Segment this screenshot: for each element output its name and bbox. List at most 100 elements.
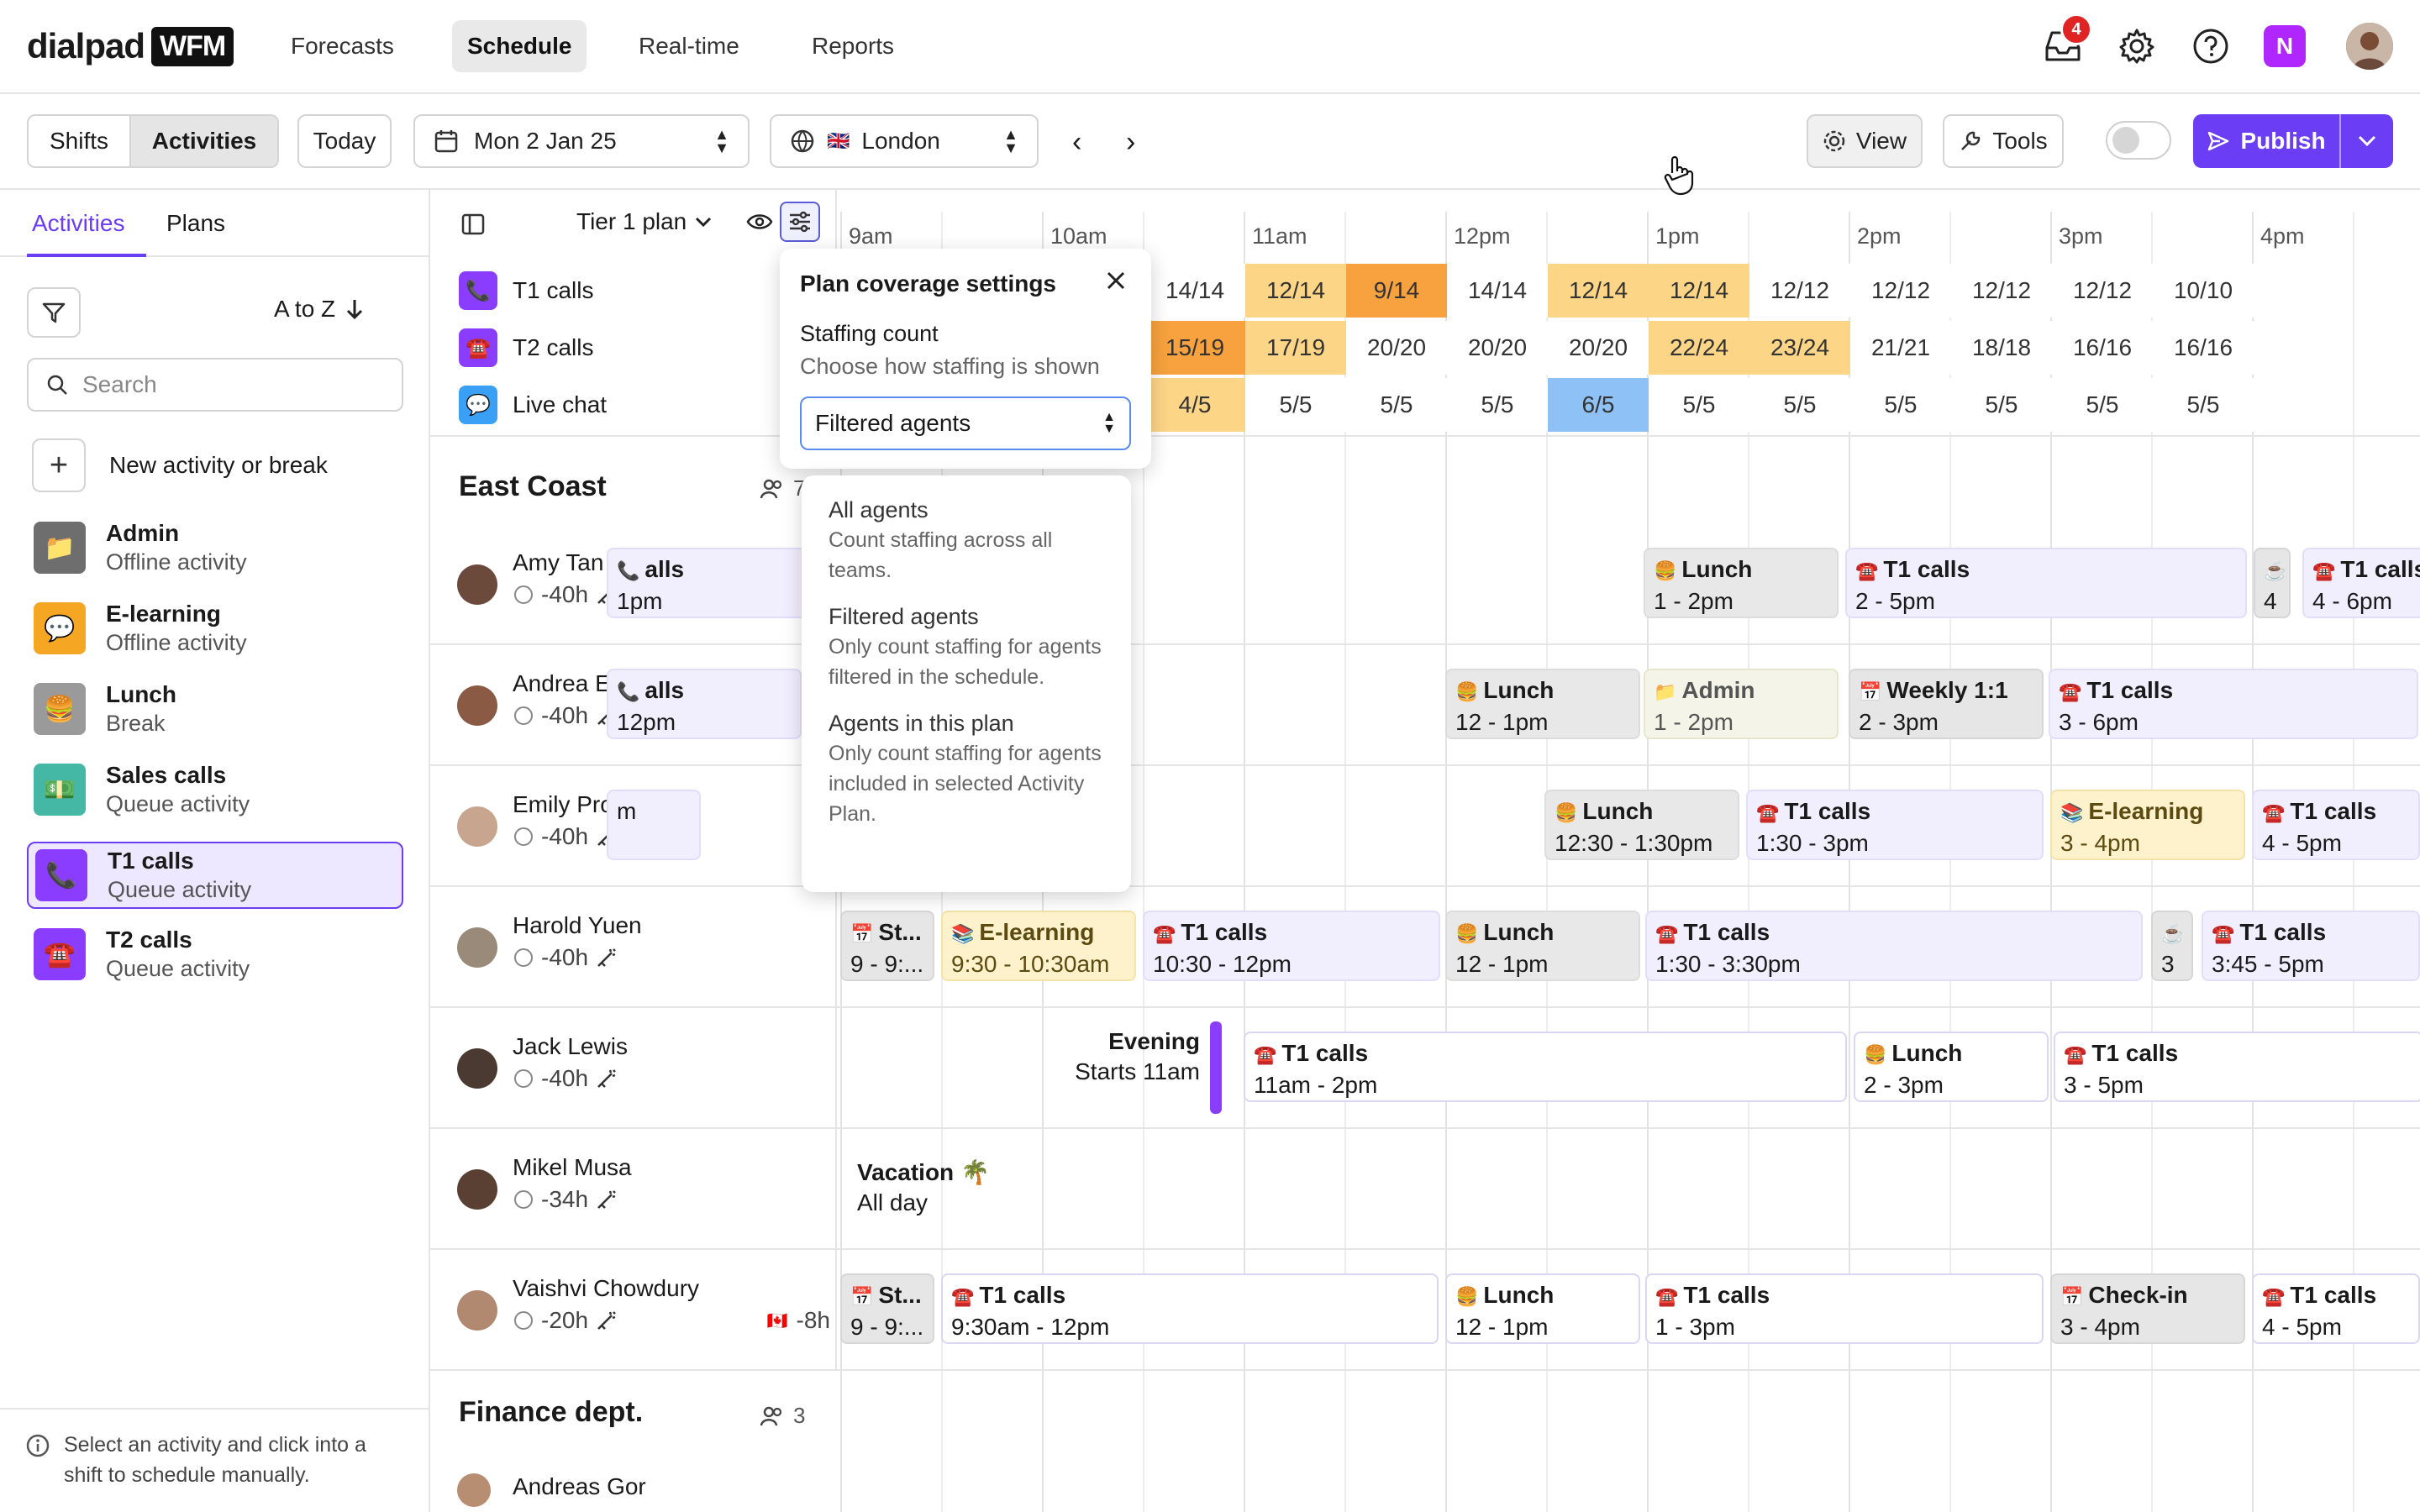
activity-block[interactable]: ☎️ T1 calls 3 - 5pm: [2054, 1032, 2420, 1102]
activity-item-t1-calls[interactable]: 📞 T1 calls Queue activity: [27, 842, 403, 909]
activity-block[interactable]: 🍔 Lunch 2 - 3pm: [1854, 1032, 2049, 1102]
activity-block[interactable]: 📞 alls 12pm: [607, 669, 802, 739]
plan-settings-sliders-icon[interactable]: [780, 202, 820, 242]
activity-block[interactable]: 📅 St... 9 - 9:...: [840, 911, 934, 981]
queue-row-live-chat[interactable]: 💬 Live chat: [459, 385, 607, 425]
coverage-cell[interactable]: 16/16: [2153, 321, 2254, 375]
coverage-cell[interactable]: 5/5: [1951, 378, 2052, 432]
activity-block[interactable]: 🍔 Lunch 12:30 - 1:30pm: [1544, 790, 1739, 860]
next-arrow-icon[interactable]: ›: [1126, 126, 1135, 159]
coverage-cell[interactable]: 15/19: [1144, 321, 1245, 375]
help-icon[interactable]: [2188, 24, 2233, 69]
coverage-cell[interactable]: 20/20: [1346, 321, 1447, 375]
location-picker[interactable]: 🇬🇧 London ▲ ▼: [770, 114, 1039, 168]
activity-block[interactable]: ☎️ T1 calls 2 - 5pm: [1845, 548, 2247, 618]
queue-row-t2[interactable]: ☎️ T2 calls: [459, 328, 593, 368]
ai-assistant-icon[interactable]: N: [2264, 25, 2306, 67]
coverage-cell[interactable]: 14/14: [1447, 264, 1548, 318]
activity-item-t2-calls[interactable]: ☎️ T2 calls Queue activity: [27, 921, 403, 988]
coverage-cell[interactable]: 14/14: [1144, 264, 1245, 318]
inbox-icon[interactable]: 4: [2040, 13, 2092, 69]
publish-menu-chevron-icon[interactable]: [2341, 114, 2393, 168]
view-button[interactable]: View: [1807, 114, 1923, 168]
activity-block[interactable]: ☎️ T1 calls 1:30 - 3pm: [1746, 790, 2044, 860]
activity-block[interactable]: ☕ 4: [2254, 548, 2291, 618]
activity-block[interactable]: 🍔 Lunch 12 - 1pm: [1445, 911, 1640, 981]
coverage-cell[interactable]: 12/12: [1951, 264, 2052, 318]
option-agents-in-plan[interactable]: Agents in this plan Only count staffing …: [829, 711, 1104, 829]
activity-block[interactable]: ☎️ T1 calls 11am - 2pm: [1244, 1032, 1847, 1102]
activity-block[interactable]: ☎️ T1 calls 9:30am - 12pm: [941, 1273, 1439, 1344]
coverage-cell[interactable]: 12/14: [1245, 264, 1346, 318]
activity-block[interactable]: 📅 St... 9 - 9:...: [840, 1273, 934, 1344]
queue-row-t1[interactable]: 📞 T1 calls: [459, 270, 593, 311]
publish-button[interactable]: Publish: [2193, 114, 2393, 168]
tools-button[interactable]: Tools: [1943, 114, 2064, 168]
activities-toggle[interactable]: Activities: [131, 116, 277, 166]
activity-item-e-learning[interactable]: 💬 E-learning Offline activity: [27, 595, 403, 662]
shift-label[interactable]: Evening Starts 11am: [1028, 1021, 1222, 1114]
coverage-cell[interactable]: 5/5: [1649, 378, 1749, 432]
coverage-cell[interactable]: 21/21: [1850, 321, 1951, 375]
agent-name[interactable]: Mikel Musa: [513, 1154, 632, 1181]
option-all-agents[interactable]: All agents Count staffing across all tea…: [829, 497, 1104, 585]
coverage-cell[interactable]: 22/24: [1649, 321, 1749, 375]
activity-item-admin[interactable]: 📁 Admin Offline activity: [27, 514, 403, 581]
coverage-cell[interactable]: 12/12: [2052, 264, 2153, 318]
nav-tab-forecasts[interactable]: Forecasts: [276, 20, 409, 72]
coverage-cell[interactable]: 18/18: [1951, 321, 2052, 375]
activity-block[interactable]: 📚 E-learning 3 - 4pm: [2050, 790, 2245, 860]
activity-block[interactable]: ☎️ T1 calls 3:45 - 5pm: [2202, 911, 2420, 981]
shifts-toggle[interactable]: Shifts: [29, 116, 131, 166]
prev-arrow-icon[interactable]: ‹: [1072, 126, 1081, 159]
app-logo[interactable]: dialpad WFM: [27, 25, 234, 67]
search-input[interactable]: [82, 371, 385, 398]
coverage-cell[interactable]: 16/16: [2052, 321, 2153, 375]
activity-block[interactable]: ☎️ T1 calls 3 - 6pm: [2049, 669, 2418, 739]
activity-item-sales-calls[interactable]: 💵 Sales calls Queue activity: [27, 756, 403, 823]
agent-name[interactable]: Harold Yuen: [513, 912, 642, 939]
coverage-cell[interactable]: 5/5: [1245, 378, 1346, 432]
activity-block[interactable]: 🍔 Lunch 1 - 2pm: [1644, 548, 1839, 618]
activity-block[interactable]: m: [607, 790, 701, 860]
plan-selector[interactable]: Tier 1 plan: [576, 208, 712, 235]
today-button[interactable]: Today: [297, 114, 392, 168]
tab-plans[interactable]: Plans: [166, 210, 225, 237]
activity-item-lunch[interactable]: 🍔 Lunch Break: [27, 675, 403, 743]
coverage-cell[interactable]: 5/5: [1447, 378, 1548, 432]
shift-drag-handle[interactable]: [1210, 1021, 1222, 1114]
coverage-cell[interactable]: 5/5: [2052, 378, 2153, 432]
filter-button[interactable]: [27, 287, 81, 338]
activity-block[interactable]: ☎️ T1 calls 4 - 6pm: [2302, 548, 2420, 618]
settings-gear-icon[interactable]: [2114, 24, 2160, 69]
activity-block[interactable]: 📅 Check-in 3 - 4pm: [2050, 1273, 2245, 1344]
coverage-cell[interactable]: 17/19: [1245, 321, 1346, 375]
activity-block[interactable]: ☕ 3: [2151, 911, 2193, 981]
activity-block[interactable]: 📚 E-learning 9:30 - 10:30am: [941, 911, 1136, 981]
coverage-cell[interactable]: 5/5: [1850, 378, 1951, 432]
user-avatar[interactable]: [2346, 23, 2393, 70]
activity-block[interactable]: 📁 Admin 1 - 2pm: [1644, 669, 1839, 739]
activity-block[interactable]: 📅 Weekly 1:1 2 - 3pm: [1849, 669, 2044, 739]
coverage-cell[interactable]: 6/5: [1548, 378, 1649, 432]
coverage-cell[interactable]: 4/5: [1144, 378, 1245, 432]
activity-block[interactable]: ☎️ T1 calls 1 - 3pm: [1645, 1273, 2044, 1344]
nav-tab-reports[interactable]: Reports: [797, 20, 909, 72]
agent-name[interactable]: Jack Lewis: [513, 1033, 628, 1060]
date-picker[interactable]: Mon 2 Jan 25 ▲ ▼: [413, 114, 750, 168]
activity-block[interactable]: ☎️ T1 calls 4 - 5pm: [2252, 790, 2420, 860]
coverage-cell[interactable]: 5/5: [1346, 378, 1447, 432]
new-activity-button[interactable]: + New activity or break: [32, 438, 328, 492]
coverage-cell[interactable]: 10/10: [2153, 264, 2254, 318]
activity-block[interactable]: 🍔 Lunch 12 - 1pm: [1445, 669, 1640, 739]
publish-toggle[interactable]: [2106, 121, 2171, 160]
sort-button[interactable]: A to Z: [274, 296, 364, 323]
agent-name[interactable]: Andreas Gor: [513, 1473, 646, 1500]
coverage-cell[interactable]: 12/14: [1649, 264, 1749, 318]
coverage-cell[interactable]: 20/20: [1447, 321, 1548, 375]
coverage-cell[interactable]: 20/20: [1548, 321, 1649, 375]
agent-name[interactable]: Vaishvi Chowdury: [513, 1275, 699, 1302]
coverage-cell[interactable]: 12/12: [1749, 264, 1850, 318]
collapse-sidebar-icon[interactable]: [460, 212, 486, 241]
option-filtered-agents[interactable]: Filtered agents Only count staffing for …: [829, 604, 1104, 692]
